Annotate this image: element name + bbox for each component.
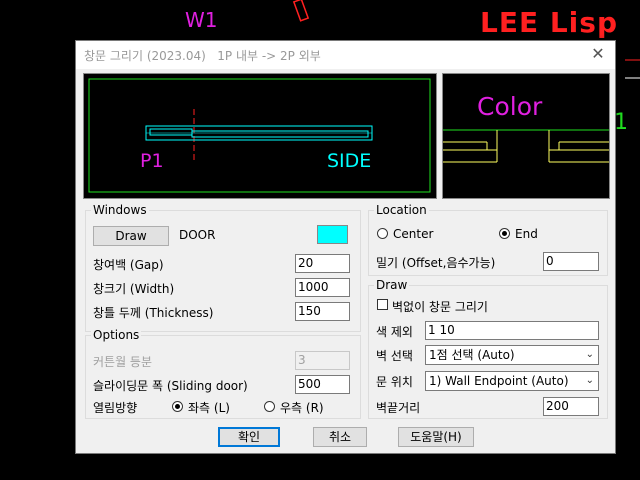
no-wall-checkbox[interactable]: [377, 299, 388, 310]
location-end-radio[interactable]: [499, 228, 510, 239]
ok-button[interactable]: 확인: [218, 427, 280, 447]
wall-select-value: 1점 선택 (Auto): [429, 348, 515, 362]
gap-field[interactable]: 20: [295, 254, 350, 273]
door-position-value: 1) Wall Endpoint (Auto): [429, 374, 569, 388]
window-dialog: 창문 그리기 (2023.04) 1P 내부 -> 2P 외부 ✕ P1 SID…: [75, 40, 616, 454]
curtain-wall-label: 커튼월 등분: [93, 355, 153, 369]
sliding-door-label: 슬라이딩문 폭 (Sliding door): [93, 379, 248, 393]
chevron-down-icon: ⌄: [585, 349, 594, 360]
exclude-color-label: 색 제외: [376, 325, 413, 339]
wall-select-label: 벽 선택: [376, 349, 413, 363]
titlebar[interactable]: 창문 그리기 (2023.04) 1P 내부 -> 2P 외부 ✕: [76, 41, 615, 69]
preview-label-p1: P1: [140, 150, 164, 172]
draw-group-label: Draw: [374, 278, 410, 292]
wall-end-label: 벽끝거리: [376, 401, 421, 415]
thickness-field[interactable]: 150: [295, 302, 350, 321]
offset-label: 밀기 (Offset,음수가능): [376, 256, 496, 270]
window-preview-drawing: [88, 78, 431, 193]
color-swatch[interactable]: [317, 225, 348, 244]
location-group-label: Location: [374, 203, 429, 217]
color-label: Color: [477, 92, 543, 121]
location-center-radio[interactable]: [377, 228, 388, 239]
direction-right-label[interactable]: 우측 (R): [280, 399, 324, 416]
windows-group-label: Windows: [91, 203, 149, 217]
chevron-down-icon: ⌄: [585, 375, 594, 386]
curtain-wall-field: 3: [295, 351, 350, 370]
wall-select-dropdown[interactable]: 1점 선택 (Auto) ⌄: [425, 345, 599, 365]
location-center-label[interactable]: Center: [393, 227, 433, 241]
preview-label-side: SIDE: [327, 150, 372, 172]
no-wall-label[interactable]: 벽없이 창문 그리기: [392, 298, 488, 315]
offset-field[interactable]: 0: [543, 252, 599, 271]
thickness-label: 창틀 두께 (Thickness): [93, 306, 214, 320]
help-button[interactable]: 도움말(H): [398, 427, 474, 447]
direction-left-radio[interactable]: [172, 401, 183, 412]
sliding-door-field[interactable]: 500: [295, 375, 350, 394]
location-end-label[interactable]: End: [515, 227, 538, 241]
direction-label: 열림방향: [93, 401, 138, 415]
door-label: DOOR: [179, 228, 216, 242]
background-label-one: 1: [614, 110, 628, 135]
door-position-label: 문 위치: [376, 375, 413, 389]
exclude-color-field[interactable]: 1 10: [425, 321, 599, 340]
direction-right-radio[interactable]: [264, 401, 275, 412]
width-field[interactable]: 1000: [295, 278, 350, 297]
window-preview: P1 SIDE: [83, 73, 437, 199]
draw-button[interactable]: Draw: [93, 226, 169, 246]
close-icon[interactable]: ✕: [589, 44, 607, 63]
options-group-label: Options: [91, 328, 142, 342]
door-position-dropdown[interactable]: 1) Wall Endpoint (Auto) ⌄: [425, 371, 599, 391]
wall-end-field[interactable]: 200: [543, 397, 599, 416]
color-preview: Color: [442, 73, 610, 199]
direction-left-label[interactable]: 좌측 (L): [188, 399, 230, 416]
width-label: 창크기 (Width): [93, 282, 175, 296]
background-label-lee-lisp: LEE Lisp: [480, 6, 618, 39]
gap-label: 창여백 (Gap): [93, 258, 164, 272]
dialog-title: 창문 그리기 (2023.04) 1P 내부 -> 2P 외부: [84, 49, 321, 63]
cancel-button[interactable]: 취소: [313, 427, 367, 447]
